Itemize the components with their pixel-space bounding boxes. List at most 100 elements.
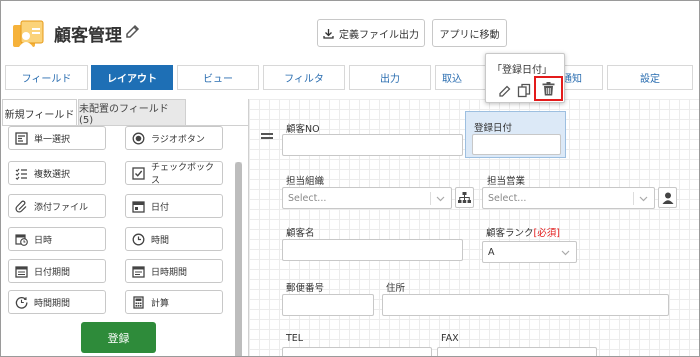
address-input[interactable] — [382, 294, 669, 316]
user-icon — [662, 192, 673, 204]
field-type-calculation[interactable]: 計算 — [125, 290, 223, 314]
customer-rank-text: 顧客ランク — [486, 228, 534, 239]
field-type-multi-select[interactable]: 複数選択 — [8, 161, 106, 185]
field-type-time-range[interactable]: 時間期間 — [8, 290, 106, 314]
field-type-label: 日時 — [34, 235, 53, 246]
field-type-label: 日時期間 — [151, 267, 188, 278]
field-palette-tabs: 新規フィールド 未配置のフィールド (5) — [2, 99, 248, 126]
postal-label: 郵便番号 — [286, 283, 325, 294]
customer-rank-label: 顧客ランク[必須] — [486, 225, 560, 239]
reg-date-label: 登録日付 — [474, 123, 513, 134]
user-picker-button[interactable] — [658, 187, 677, 208]
export-definition-label: 定義ファイル出力 — [339, 29, 419, 41]
sales-select-placeholder: Select... — [488, 192, 527, 204]
tab-new-fields[interactable]: 新規フィールド — [2, 99, 77, 126]
download-icon — [323, 28, 334, 39]
field-type-label: 日付期間 — [34, 267, 71, 278]
selected-field-reg-date[interactable]: 登録日付 — [465, 111, 566, 158]
postal-input[interactable] — [282, 294, 374, 316]
field-type-label: 時間 — [151, 235, 170, 246]
tab-settings[interactable]: 設定 — [607, 65, 693, 90]
field-type-time[interactable]: 時間 — [125, 227, 223, 251]
field-type-date[interactable]: 日付 — [125, 194, 223, 218]
reg-date-input[interactable] — [472, 134, 561, 155]
popup-title: 「登録日付」 — [492, 65, 552, 76]
tel-input[interactable] — [282, 347, 432, 356]
customer-rank-select[interactable]: A — [482, 241, 577, 263]
field-type-label: 日付 — [151, 202, 170, 213]
field-type-label: 時間期間 — [34, 298, 71, 309]
scrollbar-thumb[interactable] — [235, 162, 242, 356]
radio-icon — [132, 132, 145, 144]
copy-icon[interactable] — [517, 83, 531, 98]
field-type-datetime-range[interactable]: 日時期間 — [125, 259, 223, 283]
palette-scrollbar[interactable] — [235, 162, 242, 356]
tab-view[interactable]: ビュー — [177, 65, 259, 90]
tab-output[interactable]: 出力 — [349, 65, 431, 90]
field-action-popup: 「登録日付」 — [485, 53, 565, 103]
settings-tabs: フィールド レイアウト ビュー フィルタ 出力 取込 通知 設定 — [5, 65, 693, 90]
tab-layout[interactable]: レイアウト — [91, 65, 173, 90]
go-to-app-label: アプリに移動 — [439, 29, 500, 41]
fax-label: FAX — [441, 333, 459, 344]
field-type-single-select[interactable]: 単一選択 — [8, 126, 106, 150]
tab-fields[interactable]: フィールド — [5, 65, 88, 90]
sales-label: 担当営業 — [487, 176, 526, 187]
org-tree-icon — [458, 191, 471, 203]
address-label: 住所 — [386, 283, 406, 294]
single-select-icon — [15, 131, 28, 145]
tab-notify-label: 通知 — [562, 74, 582, 85]
customer-name-label: 顧客名 — [286, 228, 315, 239]
calendar-clock-icon — [15, 233, 28, 246]
field-type-label: 複数選択 — [34, 169, 71, 180]
field-type-label: チェックボックス — [151, 163, 215, 186]
tab-filter[interactable]: フィルタ — [263, 65, 345, 90]
chevron-down-icon — [639, 196, 648, 202]
sales-select[interactable]: Select... — [482, 187, 655, 209]
clock-icon — [132, 233, 145, 245]
customer-no-label: 顧客NO — [286, 124, 320, 135]
field-type-date-range[interactable]: 日付期間 — [8, 259, 106, 283]
field-type-label: ラジオボタン — [151, 134, 205, 145]
field-type-attachment[interactable]: 添付ファイル — [8, 194, 106, 218]
app-icon — [11, 19, 45, 51]
go-to-app-button[interactable]: アプリに移動 — [432, 19, 507, 47]
paperclip-icon — [15, 200, 27, 213]
field-type-checkbox[interactable]: チェックボックス — [125, 161, 223, 186]
org-label: 担当組織 — [286, 176, 325, 187]
trash-icon[interactable] — [542, 82, 555, 96]
org-picker-button[interactable] — [455, 187, 474, 208]
register-button[interactable]: 登録 — [81, 322, 156, 353]
org-select[interactable]: Select... — [282, 187, 452, 209]
delete-highlight-box — [534, 76, 563, 101]
required-badge: [必須] — [533, 228, 560, 239]
calculator-icon — [133, 295, 144, 309]
time-range-icon — [15, 296, 28, 309]
tab-unplaced-fields[interactable]: 未配置のフィールド (5) — [78, 99, 186, 126]
edit-icon[interactable] — [498, 84, 512, 98]
field-type-label: 添付ファイル — [34, 202, 89, 213]
title-edit-icon[interactable] — [124, 23, 142, 41]
fax-input[interactable] — [437, 347, 597, 356]
drag-handle-icon[interactable] — [261, 131, 273, 141]
page-title: 顧客管理 — [54, 26, 122, 46]
export-definition-button[interactable]: 定義ファイル出力 — [317, 19, 425, 47]
layout-canvas: 顧客NO 登録日付 担当組織 Select... 担当営業 Select... … — [248, 99, 699, 356]
date-range-icon — [15, 265, 28, 278]
field-type-datetime[interactable]: 日時 — [8, 227, 106, 251]
field-type-radio[interactable]: ラジオボタン — [125, 126, 223, 150]
field-type-label: 計算 — [151, 298, 170, 309]
checkbox-icon — [132, 166, 145, 180]
datetime-range-icon — [132, 265, 145, 278]
calendar-icon — [132, 200, 145, 213]
chevron-down-icon — [561, 250, 570, 256]
customer-name-input[interactable] — [282, 239, 463, 261]
app-window: 顧客管理 定義ファイル出力 アプリに移動 フィールド レイアウト ビュー フィル… — [0, 0, 700, 357]
customer-no-input[interactable] — [282, 134, 463, 156]
multi-select-icon — [15, 168, 27, 180]
chevron-down-icon — [436, 196, 445, 202]
customer-rank-value: A — [488, 246, 495, 258]
org-select-placeholder: Select... — [288, 192, 327, 204]
field-type-label: 単一選択 — [34, 134, 71, 145]
field-palette: 単一選択 ラジオボタン 複数選択 チェックボックス 添付ファイル 日付 日時 時… — [2, 125, 248, 356]
